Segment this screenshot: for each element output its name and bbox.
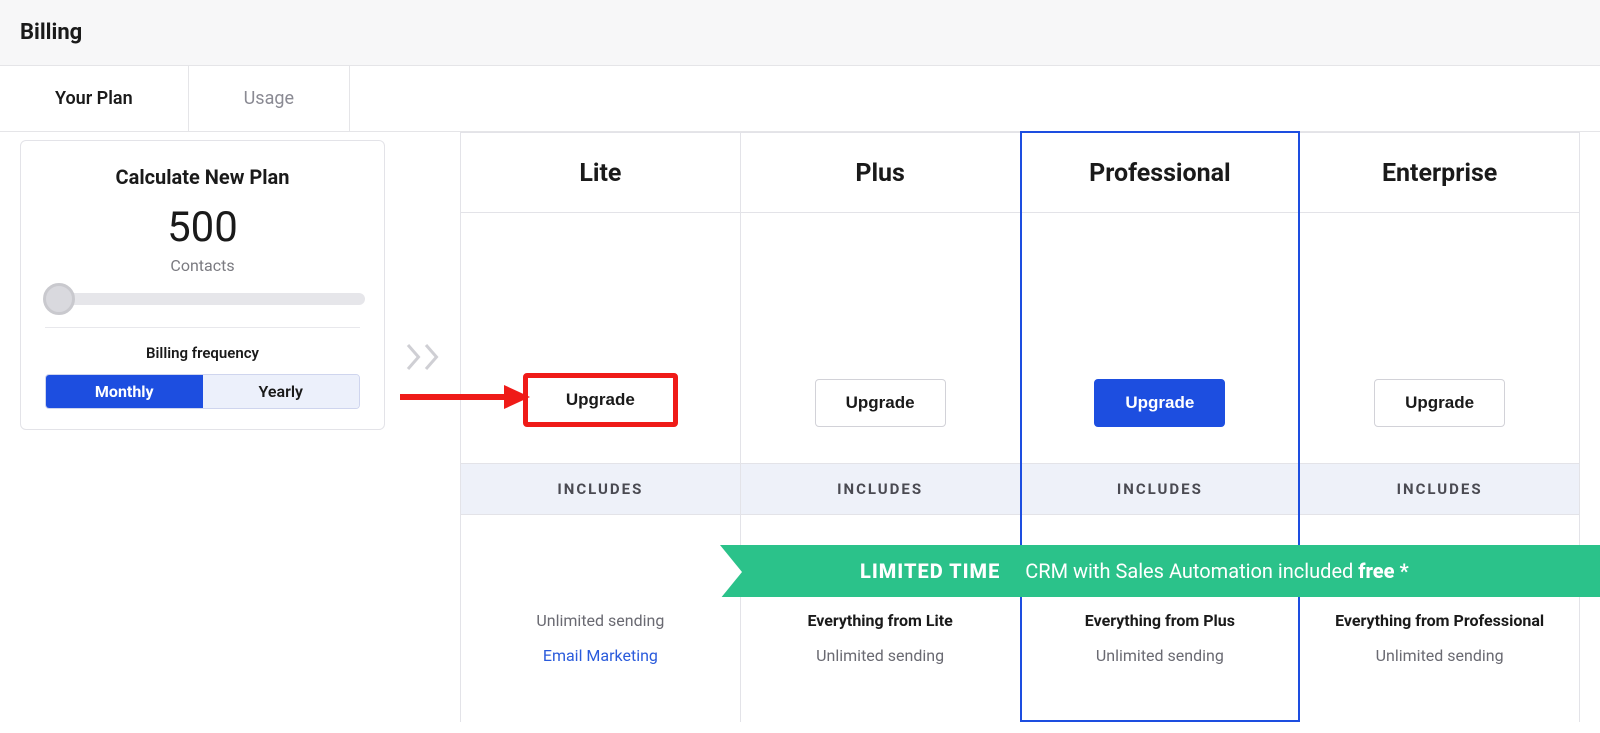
plan-name: Enterprise <box>1300 133 1579 213</box>
plan-cta-area: Upgrade <box>1022 213 1299 463</box>
plan-lite: Lite Upgrade INCLUDES Unlimited sending … <box>461 132 741 722</box>
page-title: Billing <box>20 20 1580 45</box>
promo-banner: LIMITED TIME CRM with Sales Automation i… <box>720 545 1600 597</box>
billing-frequency-toggle: Monthly Yearly <box>45 374 360 409</box>
divider <box>45 327 360 328</box>
feature-item: Unlimited sending <box>1034 638 1287 673</box>
tab-usage[interactable]: Usage <box>189 66 350 131</box>
plan-cta-area: Upgrade <box>741 213 1020 463</box>
includes-label: INCLUDES <box>1022 463 1299 515</box>
freq-monthly[interactable]: Monthly <box>46 375 203 408</box>
upgrade-button-enterprise[interactable]: Upgrade <box>1374 379 1505 427</box>
includes-label: INCLUDES <box>741 463 1020 515</box>
plan-plus: Plus Upgrade INCLUDES Everything from Li… <box>741 132 1021 722</box>
calc-contacts-value: 500 <box>45 203 360 252</box>
tab-your-plan[interactable]: Your Plan <box>0 66 189 131</box>
plan-name: Professional <box>1022 133 1299 213</box>
upgrade-button-professional[interactable]: Upgrade <box>1094 379 1225 427</box>
feature-item: Unlimited sending <box>1312 638 1567 673</box>
plans-grid: Lite Upgrade INCLUDES Unlimited sending … <box>460 132 1580 722</box>
slider-thumb[interactable] <box>43 283 75 315</box>
annotation-arrow-icon <box>400 382 530 416</box>
feature-list: Unlimited sending Email Marketing <box>461 515 740 673</box>
contacts-slider[interactable] <box>45 293 365 305</box>
page-header: Billing <box>0 0 1600 66</box>
calc-contacts-unit: Contacts <box>45 256 360 275</box>
feature-item: Unlimited sending <box>753 638 1008 673</box>
banner-text: CRM with Sales Automation included <box>1025 559 1358 583</box>
feature-item-link[interactable]: Email Marketing <box>473 638 728 673</box>
tabs: Your Plan Usage <box>0 66 1600 132</box>
feature-item: Everything from Plus <box>1034 603 1287 638</box>
plan-name: Plus <box>741 133 1020 213</box>
chevron-right-icon <box>405 342 441 372</box>
includes-label: INCLUDES <box>461 463 740 515</box>
billing-frequency-label: Billing frequency <box>45 344 360 362</box>
feature-item: Everything from Lite <box>753 603 1008 638</box>
plan-name: Lite <box>461 133 740 213</box>
main-content: Calculate New Plan 500 Contacts Billing … <box>0 132 1600 172</box>
plan-professional: Professional Upgrade INCLUDES Everything… <box>1020 131 1301 722</box>
includes-label: INCLUDES <box>1300 463 1579 515</box>
feature-item: Everything from Professional <box>1312 603 1567 638</box>
freq-yearly[interactable]: Yearly <box>203 375 360 408</box>
plan-cta-area: Upgrade <box>461 213 740 463</box>
upgrade-button-lite[interactable]: Upgrade <box>523 373 678 427</box>
calc-title: Calculate New Plan <box>45 165 360 189</box>
plan-enterprise: Enterprise Upgrade INCLUDES Everything f… <box>1300 132 1580 722</box>
feature-item: Unlimited sending <box>473 603 728 638</box>
banner-lead: LIMITED TIME <box>860 559 1000 583</box>
calculate-plan-card: Calculate New Plan 500 Contacts Billing … <box>20 140 385 430</box>
upgrade-button-plus[interactable]: Upgrade <box>815 379 946 427</box>
plan-cta-area: Upgrade <box>1300 213 1579 463</box>
banner-tail: free * <box>1358 559 1408 583</box>
